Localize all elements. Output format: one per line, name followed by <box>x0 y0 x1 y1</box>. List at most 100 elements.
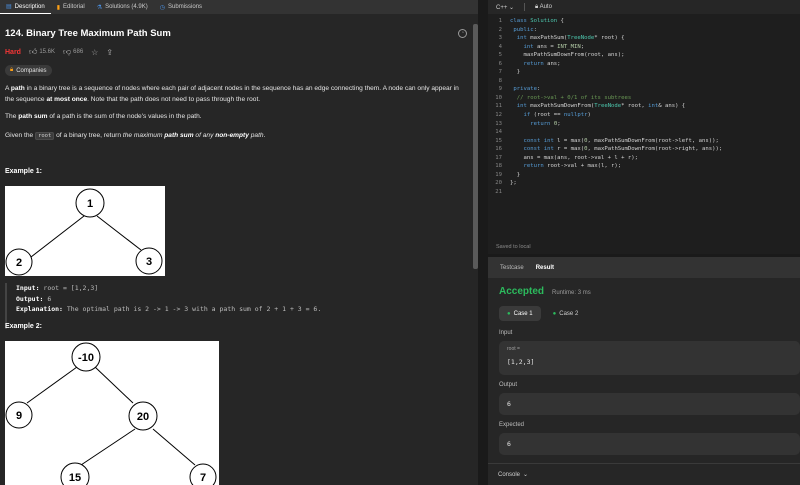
tab-result[interactable]: Result <box>536 265 554 271</box>
tab-label: Editorial <box>63 4 85 10</box>
code-text: return 0; <box>530 120 561 127</box>
line-number: 14 <box>495 129 502 136</box>
language-selector[interactable]: C++ ⌄ <box>496 4 514 11</box>
problem-panel: ▤ Description ▮ Editorial ⚗ Solutions (4… <box>0 0 478 485</box>
description-paragraph-3: Given the root of a binary tree, return … <box>5 130 467 142</box>
code-line[interactable]: 13 return 0; <box>488 120 800 129</box>
tab-label: Description <box>14 3 45 10</box>
code-line[interactable]: 2 public: <box>488 26 800 35</box>
tab-solutions[interactable]: ⚗ Solutions (4.9K) <box>91 0 154 14</box>
input-value: [1,2,3] <box>507 358 535 366</box>
lock-icon: 🔒︎ <box>535 3 539 10</box>
thumbs-up-icon: 👍︎ <box>28 47 38 56</box>
code-line[interactable]: 11 int maxPathSumDownFrom(TreeNode* root… <box>488 102 800 111</box>
line-number: 11 <box>495 103 502 110</box>
case-1-tab[interactable]: ● Case 1 <box>499 306 541 321</box>
dislike-button[interactable]: 👎︎ 686 <box>63 47 83 57</box>
test-result-panel: Testcase Result Accepted Runtime: 3 ms ●… <box>488 257 800 485</box>
companies-button[interactable]: 🔒︎ Companies <box>5 65 52 76</box>
code-text: int maxPathSumDownFrom(TreeNode* root, i… <box>516 103 686 110</box>
share-icon[interactable]: ⇪ <box>106 48 113 57</box>
code-text: if (root == nullptr) <box>523 112 591 119</box>
example-explanation: Explanation: The optimal path is 2 -> 1 … <box>16 304 467 315</box>
code-line[interactable]: 10 // root->val + 0/1 of its subtrees <box>488 94 800 103</box>
like-button[interactable]: 👍︎ 15.6K <box>29 47 55 57</box>
tab-testcase[interactable]: Testcase <box>500 265 524 271</box>
tab-editorial[interactable]: ▮ Editorial <box>51 0 91 14</box>
example-1-io: Input: root = [1,2,3] Output: 6 Explanat… <box>5 283 467 329</box>
example-1-tree: 1 2 3 <box>5 188 163 276</box>
code-line[interactable]: 1 class Solution { <box>488 17 800 26</box>
star-icon[interactable]: ☆ <box>91 48 98 57</box>
code-line[interactable]: 19 } <box>488 171 800 180</box>
text: the maximum <box>122 132 165 139</box>
auto-mode-button[interactable]: 🔒︎ Auto <box>535 4 552 11</box>
code-area[interactable]: 1 class Solution {2 public: 3 int maxPathS… <box>488 17 800 196</box>
text: of any <box>193 132 216 139</box>
text: The <box>5 113 19 120</box>
line-number: 20 <box>495 180 502 187</box>
result-tabbar: Testcase Result <box>488 257 800 278</box>
code-line[interactable]: 15 const int l = max(0, maxPathSumDownFr… <box>488 137 800 146</box>
panel-divider[interactable] <box>478 0 488 485</box>
code-line[interactable]: 14 <box>488 128 800 137</box>
code-line[interactable]: 8 <box>488 77 800 86</box>
line-number: 13 <box>495 120 502 127</box>
tree-node-label: 2 <box>16 257 22 269</box>
title-row: 124. Binary Tree Maximum Path Sum ◔ <box>5 26 467 40</box>
line-number: 4 <box>498 43 502 50</box>
timer-icon[interactable]: ◔ <box>458 28 467 38</box>
term: non-empty <box>215 132 249 139</box>
divider <box>524 3 526 11</box>
text: . <box>263 132 266 139</box>
text: path <box>248 132 264 139</box>
text: of a path is the sum of the node's value… <box>47 113 202 120</box>
line-number: 12 <box>495 112 502 119</box>
chevron-down-icon: ⌄ <box>509 4 515 11</box>
code-text: ans = max(ans, root->val + l + r); <box>510 154 638 161</box>
code-line[interactable]: 20}; <box>488 179 800 188</box>
example-2-title: Example 2: <box>5 323 42 330</box>
example-1-tree-image: 1 2 3 <box>5 186 165 276</box>
console-toggle[interactable]: Console ⌄ <box>488 463 800 485</box>
code-line[interactable]: 17 ans = max(ans, root->val + l + r); <box>488 154 800 163</box>
code-line[interactable]: 18 return root->val + max(l, r); <box>488 162 800 171</box>
code-line[interactable]: 5 maxPathSumDownFrom(root, ans); <box>488 51 800 60</box>
code-line[interactable]: 4 int ans = INT_MIN; <box>488 43 800 52</box>
clock-icon: ◷ <box>159 4 166 11</box>
difficulty-badge: Hard <box>5 48 21 56</box>
description-icon: ▤ <box>6 4 12 10</box>
tree-node-label: 1 <box>87 198 93 210</box>
input-label: Input <box>499 330 513 336</box>
code-text: } <box>510 69 521 76</box>
code-line[interactable]: 9 private: <box>488 85 800 94</box>
case-tabs: ● Case 1 ● Case 2 <box>499 306 586 321</box>
code-line[interactable]: 6 return ans; <box>488 60 800 69</box>
code-text: private: <box>513 86 541 93</box>
code-line[interactable]: 16 const int r = max(0, maxPathSumDownFr… <box>488 145 800 154</box>
chevron-down-icon: ⌄ <box>523 472 529 478</box>
tree-node-label: 3 <box>146 256 152 268</box>
problem-title[interactable]: 124. Binary Tree Maximum Path Sum <box>5 28 171 39</box>
code-line[interactable]: 7 } <box>488 68 800 77</box>
check-dot-icon: ● <box>507 310 511 317</box>
tab-submissions[interactable]: ◷ Submissions <box>154 0 208 14</box>
tab-label: Submissions <box>168 4 203 10</box>
code-line[interactable]: 3 int maxPathSum(TreeNode* root) { <box>488 34 800 43</box>
like-count: 15.6K <box>39 49 56 55</box>
thumbs-down-icon: 👎︎ <box>63 47 72 56</box>
tab-description[interactable]: ▤ Description <box>0 0 51 14</box>
code-line[interactable]: 21 <box>488 188 800 197</box>
code-text: return ans; <box>523 60 561 67</box>
code-line[interactable]: 12 if (root == nullptr) <box>488 111 800 120</box>
case-2-tab[interactable]: ● Case 2 <box>545 306 587 321</box>
code-text: int maxPathSum(TreeNode* root) { <box>516 35 625 42</box>
problem-content: 124. Binary Tree Maximum Path Sum ◔ Hard… <box>5 14 471 485</box>
line-number: 10 <box>495 94 502 101</box>
label: Explanation: <box>16 305 63 313</box>
text: of a binary tree, return <box>54 132 123 139</box>
value: root = [1,2,3] <box>43 284 99 292</box>
lock-icon: 🔒︎ <box>10 67 14 73</box>
line-number: 3 <box>498 35 502 42</box>
line-number: 1 <box>498 18 502 24</box>
